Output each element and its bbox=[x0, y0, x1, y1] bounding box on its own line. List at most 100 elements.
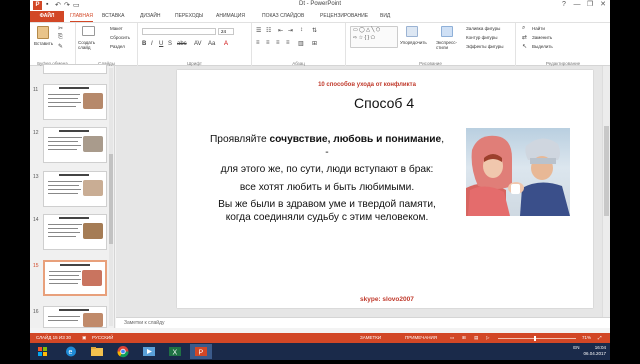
tab-animations[interactable]: АНИМАЦИЯ bbox=[216, 11, 245, 22]
strikethrough-icon[interactable]: abc bbox=[177, 41, 187, 47]
paste-button[interactable]: Вставить bbox=[34, 41, 53, 46]
layout-button[interactable]: Макет bbox=[110, 26, 123, 31]
close-button[interactable]: ✕ bbox=[597, 0, 609, 10]
zoom-slider[interactable] bbox=[498, 337, 576, 339]
quick-styles-icon[interactable] bbox=[441, 26, 453, 37]
copy-icon[interactable]: ⎘ bbox=[58, 34, 63, 41]
numbering-icon[interactable]: ☷ bbox=[266, 27, 271, 34]
zoom-slider-knob[interactable] bbox=[534, 335, 536, 341]
system-tray[interactable]: EN 16:04 06.04.2017 bbox=[573, 345, 606, 357]
folder-icon[interactable] bbox=[86, 344, 108, 359]
tray-time[interactable]: 16:04 bbox=[595, 345, 606, 350]
change-case-icon[interactable]: Aa bbox=[208, 41, 215, 47]
thumbnails-scrollbar-thumb[interactable] bbox=[109, 154, 113, 244]
align-center-icon[interactable]: ≡ bbox=[266, 40, 270, 46]
bold-icon[interactable]: B bbox=[142, 41, 146, 47]
font-family-select[interactable] bbox=[142, 28, 216, 35]
thumbnail-slide-11[interactable] bbox=[43, 84, 107, 120]
minimize-button[interactable]: — bbox=[571, 0, 583, 10]
reset-button[interactable]: Сбросить bbox=[110, 35, 130, 40]
notes-toggle[interactable]: ЗАМЕТКИ bbox=[360, 335, 381, 340]
shape-outline-button[interactable]: Контур фигуры bbox=[466, 35, 497, 40]
align-right-icon[interactable]: ≡ bbox=[276, 40, 280, 46]
tab-review[interactable]: РЕЦЕНЗИРОВАНИЕ bbox=[320, 11, 368, 22]
notes-placeholder[interactable]: Заметки к слайду bbox=[124, 320, 165, 326]
shape-rect-icon[interactable]: ▭ ◯ △ ╲ ⬡ bbox=[353, 27, 380, 33]
paste-icon[interactable] bbox=[37, 26, 49, 39]
tray-language[interactable]: EN bbox=[573, 345, 579, 350]
powerpoint-icon[interactable]: P bbox=[190, 344, 212, 359]
tab-view[interactable]: ВИД bbox=[380, 11, 390, 22]
arrange-icon[interactable] bbox=[406, 26, 418, 37]
reading-view-icon[interactable]: ▤ bbox=[474, 335, 478, 341]
slide-header-text[interactable]: 10 способов ухода от конфликта bbox=[287, 82, 447, 88]
columns-icon[interactable]: ▥ bbox=[298, 40, 304, 47]
find-icon[interactable]: ⌕ bbox=[522, 25, 525, 32]
tray-date[interactable]: 06.04.2017 bbox=[583, 351, 606, 356]
underline-icon[interactable]: U bbox=[159, 41, 163, 47]
normal-view-icon[interactable]: ▭ bbox=[450, 335, 454, 341]
bullets-icon[interactable]: ☰ bbox=[256, 27, 261, 34]
select-button[interactable]: Выделить bbox=[532, 44, 553, 49]
thumbnail-slide-13[interactable] bbox=[43, 171, 107, 207]
quick-styles-button[interactable]: Экспресс-стили bbox=[436, 40, 464, 50]
tab-transitions[interactable]: ПЕРЕХОДЫ bbox=[175, 11, 203, 22]
zoom-level[interactable]: 71% bbox=[582, 335, 591, 340]
increase-indent-icon[interactable]: ⇥ bbox=[288, 27, 293, 34]
slide-footer-text[interactable]: skype: slovo2007 bbox=[360, 296, 414, 303]
font-size-select[interactable]: 24 bbox=[218, 28, 234, 35]
select-icon[interactable]: ↖ bbox=[522, 43, 527, 50]
line-spacing-icon[interactable]: ↕ bbox=[300, 27, 303, 33]
spacing-icon[interactable]: AV bbox=[194, 41, 202, 47]
section-button[interactable]: Раздел bbox=[110, 44, 125, 49]
slide-scrollbar[interactable] bbox=[602, 66, 610, 317]
cut-icon[interactable]: ✂ bbox=[58, 25, 63, 32]
format-painter-icon[interactable]: ✎ bbox=[58, 43, 63, 50]
tab-insert[interactable]: ВСТАВКА bbox=[102, 11, 124, 22]
slide-sorter-icon[interactable]: ⊞ bbox=[462, 335, 466, 341]
shape-effects-button[interactable]: Эффекты фигуры bbox=[466, 44, 504, 49]
new-slide-icon[interactable] bbox=[82, 26, 95, 36]
replace-button[interactable]: Заменить bbox=[532, 35, 552, 40]
new-slide-button[interactable]: Создать слайд bbox=[78, 40, 102, 50]
tab-home[interactable]: ГЛАВНАЯ bbox=[70, 11, 93, 22]
fit-to-window-icon[interactable]: ⤢ bbox=[598, 335, 602, 340]
find-button[interactable]: Найти bbox=[532, 26, 545, 31]
thumbnail-slide-16[interactable] bbox=[43, 306, 107, 328]
decrease-indent-icon[interactable]: ⇤ bbox=[278, 27, 283, 34]
ie-icon[interactable]: e bbox=[60, 344, 82, 359]
notes-pane[interactable]: Заметки к слайду bbox=[116, 317, 610, 328]
replace-icon[interactable]: ⇄ bbox=[522, 34, 527, 41]
start-button[interactable] bbox=[32, 344, 54, 359]
couple-photo[interactable] bbox=[466, 128, 570, 216]
italic-icon[interactable]: I bbox=[151, 41, 153, 47]
media-icon[interactable] bbox=[138, 344, 160, 359]
slide-scrollbar-thumb[interactable] bbox=[604, 126, 609, 216]
maximize-button[interactable]: ❐ bbox=[584, 0, 596, 10]
slide-title[interactable]: Способ 4 bbox=[354, 95, 414, 111]
thumbnail-slide-12[interactable] bbox=[43, 127, 107, 163]
slide-body-text[interactable]: Проявляйте сочувствие, любовь и понимани… bbox=[207, 134, 447, 230]
tab-slideshow[interactable]: ПОКАЗ СЛАЙДОВ bbox=[262, 11, 304, 22]
text-direction-icon[interactable]: ⇅ bbox=[312, 27, 317, 34]
shape-arrow-icon[interactable]: ⇨ ☆ { } ⬠ bbox=[353, 35, 375, 41]
chrome-icon[interactable] bbox=[112, 344, 134, 359]
shapes-gallery[interactable]: ▭ ◯ △ ╲ ⬡ ⇨ ☆ { } ⬠ bbox=[350, 26, 398, 48]
shadow-icon[interactable]: S bbox=[168, 41, 172, 47]
comments-toggle[interactable]: ПРИМЕЧАНИЯ bbox=[405, 335, 437, 340]
slide-canvas[interactable]: 10 способов ухода от конфликта Способ 4 … bbox=[177, 70, 593, 308]
tab-design[interactable]: ДИЗАЙН bbox=[140, 11, 161, 22]
justify-icon[interactable]: ≡ bbox=[286, 40, 290, 46]
align-left-icon[interactable]: ≡ bbox=[256, 40, 260, 46]
thumbnail-slide-15[interactable] bbox=[43, 260, 107, 296]
thumbnail-slide-10[interactable] bbox=[43, 64, 107, 74]
font-color-icon[interactable]: A bbox=[224, 41, 228, 47]
slideshow-view-icon[interactable]: ▷ bbox=[486, 335, 489, 341]
arrange-button[interactable]: Упорядочить bbox=[400, 40, 427, 45]
smartart-icon[interactable]: ⊞ bbox=[312, 40, 317, 47]
thumbnail-slide-14[interactable] bbox=[43, 214, 107, 250]
language-indicator[interactable]: РУССКИЙ bbox=[92, 335, 113, 340]
tab-file[interactable]: ФАЙЛ bbox=[30, 11, 64, 22]
help-button[interactable]: ? bbox=[558, 0, 570, 10]
shape-fill-button[interactable]: Заливка фигуры bbox=[466, 26, 500, 31]
